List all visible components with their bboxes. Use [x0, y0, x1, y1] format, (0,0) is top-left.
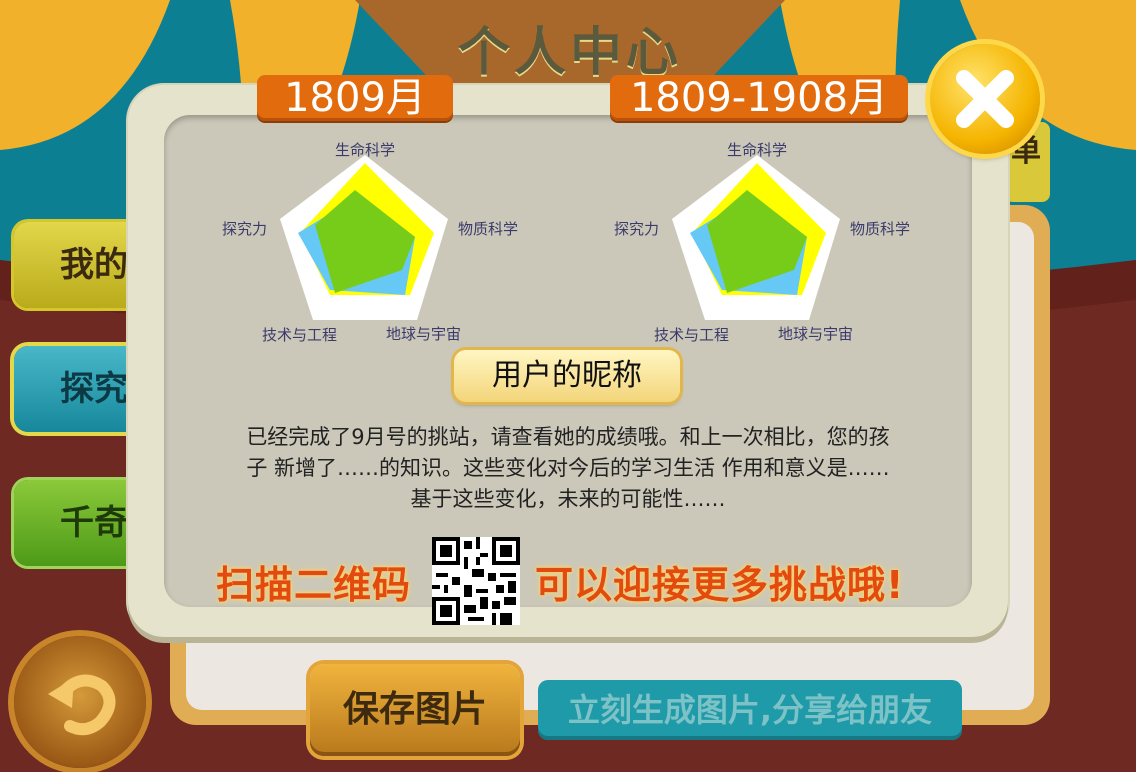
radar-axis-label: 技术与工程 — [262, 326, 337, 344]
challenge-text: 可以迎接更多挑战哦! — [535, 563, 905, 607]
description-line: 已经完成了9月号的挑站，请查看她的成绩哦。和上一次相比，您的孩 — [246, 425, 890, 449]
qr-code-icon[interactable] — [432, 537, 520, 625]
report-description: 已经完成了9月号的挑站，请查看她的成绩哦。和上一次相比，您的孩 子 新增了……的… — [176, 422, 960, 515]
radar-axis-label: 地球与宇宙 — [778, 325, 853, 343]
radar-chart-left: 生命科学 物质科学 地球与宇宙 技术与工程 探究力 — [222, 141, 518, 344]
nickname-badge: 用户的昵称 — [454, 350, 680, 402]
tab-month[interactable]: 1809月 — [257, 75, 453, 121]
radar-chart-right: 生命科学 物质科学 地球与宇宙 技术与工程 探究力 — [614, 141, 910, 344]
close-icon — [956, 70, 1014, 128]
radar-axis-label: 生命科学 — [727, 141, 787, 159]
radar-axis-label: 技术与工程 — [654, 326, 729, 344]
radar-axis-label: 生命科学 — [335, 141, 395, 159]
description-line: 子 新增了……的知识。这些变化对今后的学习生活 作用和意义是…… — [246, 456, 890, 480]
radar-axis-label: 地球与宇宙 — [386, 325, 461, 343]
description-line: 基于这些变化，未来的可能性…… — [410, 487, 726, 511]
side-menu-label: 我的 — [60, 245, 128, 285]
back-button[interactable] — [14, 636, 146, 768]
radar-axis-label: 探究力 — [222, 220, 267, 238]
tab-month-range[interactable]: 1809-1908月 — [610, 75, 908, 121]
radar-axis-label: 物质科学 — [850, 220, 910, 238]
scan-qr-text: 扫描二维码 — [216, 563, 412, 607]
tab-month-label: 1809月 — [284, 75, 426, 121]
back-arrow-icon — [48, 674, 116, 736]
radar-axis-label: 物质科学 — [458, 220, 518, 238]
radar-axis-label: 探究力 — [614, 220, 659, 238]
page-title: 个人中心 — [457, 23, 682, 83]
save-image-button[interactable]: 保存图片 — [310, 664, 520, 756]
tab-month-range-label: 1809-1908月 — [629, 75, 889, 121]
side-menu-label: 千奇 — [60, 503, 128, 543]
close-button[interactable] — [930, 44, 1040, 154]
share-image-button[interactable]: 立刻生成图片,分享给朋友 — [538, 680, 962, 740]
side-menu-label: 探究 — [60, 369, 128, 409]
